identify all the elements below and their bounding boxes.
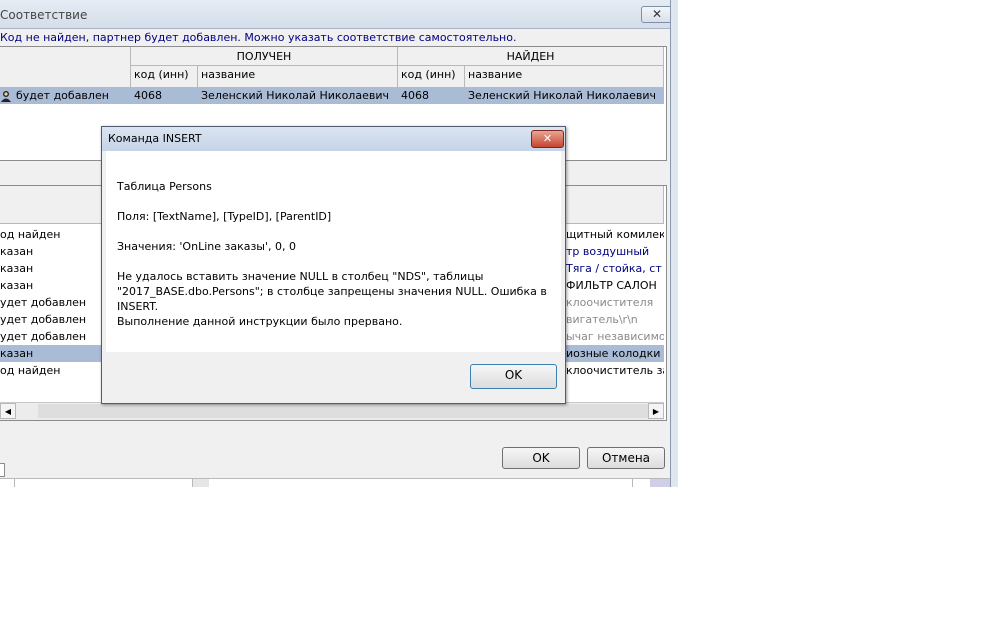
found-code-cell: 4068 (401, 89, 429, 102)
message-table: Таблица Persons (117, 180, 212, 193)
row-item-name: Тяга / стойка, ст (566, 262, 662, 275)
dialog-message: Таблица Persons Поля: [TextName], [TypeI… (106, 151, 561, 352)
divider (14, 479, 15, 487)
row-status: од найден (0, 228, 61, 241)
row-status: казан (0, 245, 34, 258)
row-status: удет добавлен (0, 330, 87, 343)
received-name-header[interactable]: название (198, 66, 398, 88)
row-item-name: иозные колодки (566, 347, 661, 360)
dialog-title: Команда INSERT (108, 132, 202, 145)
row-item-name: клоочиститель за (566, 364, 664, 377)
message-fields: Поля: [TextName], [TypeID], [ParentID] (117, 210, 332, 223)
window-title: Соответствие (0, 8, 88, 22)
row-status: казан (0, 262, 34, 275)
divider (632, 479, 633, 487)
dialog-close-button[interactable]: ✕ (531, 130, 564, 148)
row-item-name: ФИЛЬТР САЛОН (566, 279, 657, 292)
row-status: казан (0, 279, 34, 292)
cancel-button[interactable]: Отмена (587, 447, 665, 469)
found-name-cell: Зеленский Николай Николаевич (468, 89, 656, 102)
dialog-title-bar: Команда INSERT ✕ (102, 127, 565, 151)
message-error-line: Выполнение данной инструкции было прерва… (117, 315, 403, 328)
found-group-header: НАЙДЕН (398, 47, 664, 66)
scroll-left-button[interactable]: ◀ (0, 403, 16, 419)
row-status: удет добавлен (0, 313, 87, 326)
found-code-header[interactable]: код (инн) (398, 66, 465, 88)
message-values: Значения: 'OnLine заказы', 0, 0 (117, 240, 297, 253)
divider (192, 479, 209, 487)
window-frame-right (670, 0, 678, 487)
found-name-header[interactable]: название (465, 66, 664, 88)
status-column-header[interactable] (0, 47, 131, 88)
notice-text: Код не найден, партнер будет добавлен. М… (0, 31, 517, 44)
row-item-name: вигатель\r\n (566, 313, 638, 326)
scroll-right-button[interactable]: ▶ (648, 403, 664, 419)
insert-error-dialog: Команда INSERT ✕ Таблица Persons Поля: [… (101, 126, 566, 404)
row-item-name: ычаг независимой (566, 330, 664, 343)
partial-control[interactable] (0, 463, 5, 477)
dialog-ok-button[interactable]: OK (470, 364, 557, 389)
row-item-name: щитный комилект (566, 228, 664, 241)
horizontal-scrollbar[interactable]: ◀ ▶ (0, 402, 664, 420)
row-item-name: тр воздушный (566, 245, 650, 258)
message-error-line: INSERT. (117, 300, 159, 313)
received-group-header: ПОЛУЧЕН (131, 47, 398, 66)
received-name-cell: Зеленский Николай Николаевич (201, 89, 389, 102)
ok-button[interactable]: OK (502, 447, 580, 469)
row-status: казан (0, 347, 34, 360)
scroll-thumb[interactable] (38, 404, 650, 418)
row-status: удет добавлен (0, 296, 87, 309)
person-add-icon (0, 90, 13, 103)
row-status: будет добавлен (16, 89, 109, 102)
message-error-line: Не удалось вставить значение NULL в стол… (117, 270, 484, 283)
title-bar: Соответствие ✕ (0, 0, 673, 29)
bottom-grid-strip (0, 478, 670, 487)
message-error-line: "2017_BASE.dbo.Persons"; в столбце запре… (117, 285, 547, 298)
received-code-cell: 4068 (134, 89, 162, 102)
row-item-name: клоочистителя (566, 296, 654, 309)
divider (650, 479, 670, 487)
row-status: од найден (0, 364, 61, 377)
received-code-header[interactable]: код (инн) (131, 66, 198, 88)
close-window-button[interactable]: ✕ (641, 6, 673, 23)
table-row[interactable]: будет добавлен 4068 Зеленский Николай Ни… (0, 88, 664, 104)
